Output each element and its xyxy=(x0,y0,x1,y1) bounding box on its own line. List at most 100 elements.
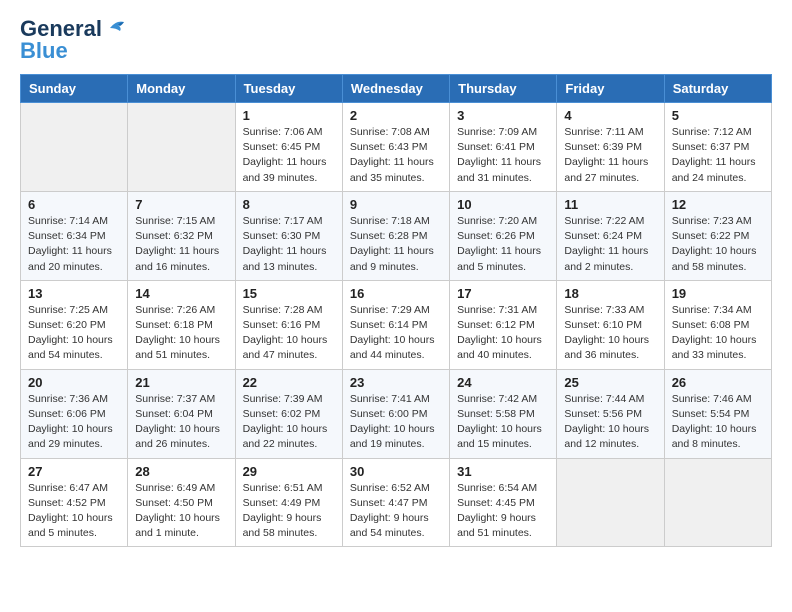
col-tuesday: Tuesday xyxy=(235,75,342,103)
calendar-cell: 1Sunrise: 7:06 AM Sunset: 6:45 PM Daylig… xyxy=(235,103,342,192)
day-info: Sunrise: 7:39 AM Sunset: 6:02 PM Dayligh… xyxy=(243,392,335,453)
day-number: 21 xyxy=(135,375,227,390)
logo: General Blue xyxy=(20,16,128,64)
day-info: Sunrise: 7:25 AM Sunset: 6:20 PM Dayligh… xyxy=(28,303,120,364)
day-info: Sunrise: 7:34 AM Sunset: 6:08 PM Dayligh… xyxy=(672,303,764,364)
calendar-cell xyxy=(21,103,128,192)
calendar-cell: 31Sunrise: 6:54 AM Sunset: 4:45 PM Dayli… xyxy=(450,458,557,547)
day-info: Sunrise: 7:33 AM Sunset: 6:10 PM Dayligh… xyxy=(564,303,656,364)
day-number: 23 xyxy=(350,375,442,390)
day-info: Sunrise: 6:52 AM Sunset: 4:47 PM Dayligh… xyxy=(350,481,442,542)
day-number: 25 xyxy=(564,375,656,390)
day-info: Sunrise: 7:11 AM Sunset: 6:39 PM Dayligh… xyxy=(564,125,656,186)
col-saturday: Saturday xyxy=(664,75,771,103)
calendar-cell: 6 Sunrise: 7:14 AM Sunset: 6:34 PM Daylig… xyxy=(21,191,128,280)
day-number: 13 xyxy=(28,286,120,301)
day-info: Sunrise: 7:18 AM Sunset: 6:28 PM Dayligh… xyxy=(350,214,442,275)
calendar-cell: 30 Sunrise: 6:52 AM Sunset: 4:47 PM Dayli… xyxy=(342,458,449,547)
day-number: 15 xyxy=(243,286,335,301)
calendar-week-row: 6 Sunrise: 7:14 AM Sunset: 6:34 PM Daylig… xyxy=(21,191,772,280)
calendar-cell: 7 Sunrise: 7:15 AM Sunset: 6:32 PM Daylig… xyxy=(128,191,235,280)
calendar-cell: 8 Sunrise: 7:17 AM Sunset: 6:30 PM Daylig… xyxy=(235,191,342,280)
day-number: 11 xyxy=(564,197,656,212)
day-info: Sunrise: 7:37 AM Sunset: 6:04 PM Dayligh… xyxy=(135,392,227,453)
day-number: 14 xyxy=(135,286,227,301)
calendar-cell: 10Sunrise: 7:20 AM Sunset: 6:26 PM Dayli… xyxy=(450,191,557,280)
day-number: 7 xyxy=(135,197,227,212)
day-number: 20 xyxy=(28,375,120,390)
day-number: 5 xyxy=(672,108,764,123)
calendar-table: Sunday Monday Tuesday Wednesday Thursday… xyxy=(20,74,772,547)
col-monday: Monday xyxy=(128,75,235,103)
day-number: 28 xyxy=(135,464,227,479)
day-number: 3 xyxy=(457,108,549,123)
calendar-cell: 4 Sunrise: 7:11 AM Sunset: 6:39 PM Daylig… xyxy=(557,103,664,192)
calendar-cell: 12 Sunrise: 7:23 AM Sunset: 6:22 PM Dayli… xyxy=(664,191,771,280)
day-info: Sunrise: 7:28 AM Sunset: 6:16 PM Dayligh… xyxy=(243,303,335,364)
calendar-cell: 21 Sunrise: 7:37 AM Sunset: 6:04 PM Dayli… xyxy=(128,369,235,458)
calendar-cell: 5 Sunrise: 7:12 AM Sunset: 6:37 PM Daylig… xyxy=(664,103,771,192)
calendar-week-row: 20 Sunrise: 7:36 AM Sunset: 6:06 PM Dayli… xyxy=(21,369,772,458)
calendar-cell: 23 Sunrise: 7:41 AM Sunset: 6:00 PM Dayli… xyxy=(342,369,449,458)
day-number: 24 xyxy=(457,375,549,390)
day-info: Sunrise: 7:44 AM Sunset: 5:56 PM Dayligh… xyxy=(564,392,656,453)
calendar-cell: 28 Sunrise: 6:49 AM Sunset: 4:50 PM Dayli… xyxy=(128,458,235,547)
day-number: 4 xyxy=(564,108,656,123)
day-info: Sunrise: 7:06 AM Sunset: 6:45 PM Dayligh… xyxy=(243,125,335,186)
day-info: Sunrise: 7:20 AM Sunset: 6:26 PM Dayligh… xyxy=(457,214,549,275)
calendar-cell: 27Sunrise: 6:47 AM Sunset: 4:52 PM Dayli… xyxy=(21,458,128,547)
day-number: 22 xyxy=(243,375,335,390)
calendar-cell: 29Sunrise: 6:51 AM Sunset: 4:49 PM Dayli… xyxy=(235,458,342,547)
calendar-cell xyxy=(664,458,771,547)
day-number: 18 xyxy=(564,286,656,301)
col-wednesday: Wednesday xyxy=(342,75,449,103)
day-info: Sunrise: 7:26 AM Sunset: 6:18 PM Dayligh… xyxy=(135,303,227,364)
bird-icon xyxy=(106,18,128,36)
calendar-cell: 18 Sunrise: 7:33 AM Sunset: 6:10 PM Dayli… xyxy=(557,280,664,369)
day-info: Sunrise: 6:54 AM Sunset: 4:45 PM Dayligh… xyxy=(457,481,549,542)
day-info: Sunrise: 7:42 AM Sunset: 5:58 PM Dayligh… xyxy=(457,392,549,453)
calendar-week-row: 1Sunrise: 7:06 AM Sunset: 6:45 PM Daylig… xyxy=(21,103,772,192)
day-number: 2 xyxy=(350,108,442,123)
calendar-cell xyxy=(557,458,664,547)
calendar-cell: 16Sunrise: 7:29 AM Sunset: 6:14 PM Dayli… xyxy=(342,280,449,369)
day-number: 8 xyxy=(243,197,335,212)
calendar-cell: 15 Sunrise: 7:28 AM Sunset: 6:16 PM Dayli… xyxy=(235,280,342,369)
day-info: Sunrise: 7:09 AM Sunset: 6:41 PM Dayligh… xyxy=(457,125,549,186)
calendar-cell: 19Sunrise: 7:34 AM Sunset: 6:08 PM Dayli… xyxy=(664,280,771,369)
calendar-cell: 14 Sunrise: 7:26 AM Sunset: 6:18 PM Dayli… xyxy=(128,280,235,369)
day-info: Sunrise: 7:46 AM Sunset: 5:54 PM Dayligh… xyxy=(672,392,764,453)
calendar-header-row: Sunday Monday Tuesday Wednesday Thursday… xyxy=(21,75,772,103)
day-info: Sunrise: 7:29 AM Sunset: 6:14 PM Dayligh… xyxy=(350,303,442,364)
page: General Blue Sunday Monday Tuesday Wedne… xyxy=(0,0,792,563)
day-info: Sunrise: 7:08 AM Sunset: 6:43 PM Dayligh… xyxy=(350,125,442,186)
day-number: 26 xyxy=(672,375,764,390)
col-sunday: Sunday xyxy=(21,75,128,103)
day-info: Sunrise: 6:49 AM Sunset: 4:50 PM Dayligh… xyxy=(135,481,227,542)
col-friday: Friday xyxy=(557,75,664,103)
day-info: Sunrise: 7:36 AM Sunset: 6:06 PM Dayligh… xyxy=(28,392,120,453)
logo-blue: Blue xyxy=(20,38,68,64)
day-info: Sunrise: 7:17 AM Sunset: 6:30 PM Dayligh… xyxy=(243,214,335,275)
day-number: 6 xyxy=(28,197,120,212)
day-number: 12 xyxy=(672,197,764,212)
day-info: Sunrise: 7:22 AM Sunset: 6:24 PM Dayligh… xyxy=(564,214,656,275)
calendar-cell: 26 Sunrise: 7:46 AM Sunset: 5:54 PM Dayli… xyxy=(664,369,771,458)
calendar-cell xyxy=(128,103,235,192)
calendar-cell: 11 Sunrise: 7:22 AM Sunset: 6:24 PM Dayli… xyxy=(557,191,664,280)
day-number: 17 xyxy=(457,286,549,301)
calendar-cell: 3 Sunrise: 7:09 AM Sunset: 6:41 PM Daylig… xyxy=(450,103,557,192)
day-number: 30 xyxy=(350,464,442,479)
day-info: Sunrise: 6:47 AM Sunset: 4:52 PM Dayligh… xyxy=(28,481,120,542)
calendar-cell: 17 Sunrise: 7:31 AM Sunset: 6:12 PM Dayli… xyxy=(450,280,557,369)
calendar-cell: 25 Sunrise: 7:44 AM Sunset: 5:56 PM Dayli… xyxy=(557,369,664,458)
day-info: Sunrise: 7:31 AM Sunset: 6:12 PM Dayligh… xyxy=(457,303,549,364)
day-info: Sunrise: 7:23 AM Sunset: 6:22 PM Dayligh… xyxy=(672,214,764,275)
day-info: Sunrise: 7:15 AM Sunset: 6:32 PM Dayligh… xyxy=(135,214,227,275)
day-info: Sunrise: 7:14 AM Sunset: 6:34 PM Dayligh… xyxy=(28,214,120,275)
calendar-week-row: 13 Sunrise: 7:25 AM Sunset: 6:20 PM Dayli… xyxy=(21,280,772,369)
day-info: Sunrise: 7:41 AM Sunset: 6:00 PM Dayligh… xyxy=(350,392,442,453)
calendar-week-row: 27Sunrise: 6:47 AM Sunset: 4:52 PM Dayli… xyxy=(21,458,772,547)
day-info: Sunrise: 7:12 AM Sunset: 6:37 PM Dayligh… xyxy=(672,125,764,186)
calendar-cell: 2 Sunrise: 7:08 AM Sunset: 6:43 PM Daylig… xyxy=(342,103,449,192)
